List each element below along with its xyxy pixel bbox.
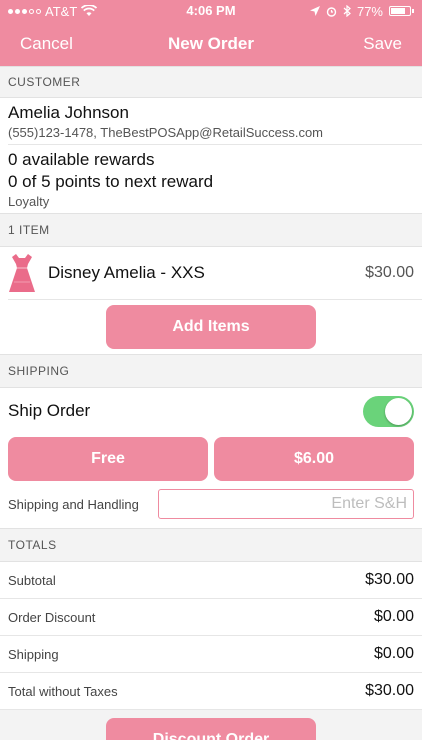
battery-percent: 77% bbox=[356, 3, 383, 19]
loyalty-label: Loyalty bbox=[8, 194, 50, 209]
free-shipping-button[interactable]: Free bbox=[8, 437, 208, 481]
signal-icon bbox=[8, 8, 41, 14]
subtotal-value: $30.00 bbox=[365, 571, 414, 588]
cancel-button[interactable]: Cancel bbox=[20, 34, 73, 54]
subtotal-row: Subtotal $30.00 bbox=[0, 562, 422, 599]
items-header-label: 1 ITEM bbox=[8, 223, 50, 237]
item-name: Disney Amelia - XXS bbox=[48, 263, 205, 282]
bluetooth-icon bbox=[343, 5, 351, 17]
customer-card[interactable]: Amelia Johnson (555)123-1478, TheBestPOS… bbox=[0, 98, 422, 144]
totals-list: Subtotal $30.00 Order Discount $0.00 Shi… bbox=[0, 562, 422, 710]
total-without-taxes-row: Total without Taxes $30.00 bbox=[0, 673, 422, 710]
shipping-handling-input[interactable]: Enter S&H bbox=[158, 489, 414, 519]
order-discount-row: Order Discount $0.00 bbox=[0, 599, 422, 636]
add-items-button[interactable]: Add Items bbox=[106, 305, 316, 349]
alarm-icon bbox=[326, 6, 337, 17]
shipping-rate-buttons: Free $6.00 bbox=[0, 434, 422, 484]
total-without-taxes-label: Total without Taxes bbox=[8, 683, 118, 699]
add-items-container: Add Items bbox=[0, 300, 422, 354]
wifi-icon bbox=[81, 5, 98, 16]
rewards-available: 0 available rewards bbox=[8, 150, 155, 169]
toggle-knob bbox=[385, 397, 412, 425]
discount-footer: Discount Order bbox=[0, 710, 422, 740]
item-price: $30.00 bbox=[365, 264, 414, 281]
totals-section-header: TOTALS bbox=[0, 528, 422, 562]
shipping-total-row: Shipping $0.00 bbox=[0, 636, 422, 673]
save-button[interactable]: Save bbox=[363, 34, 402, 54]
flat-rate-shipping-button[interactable]: $6.00 bbox=[214, 437, 414, 481]
subtotal-label: Subtotal bbox=[8, 572, 56, 588]
shipping-total-value: $0.00 bbox=[373, 645, 414, 662]
top-bar: AT&T 4:06 PM 77% Cancel New Order Save bbox=[0, 0, 422, 66]
ship-order-label: Ship Order bbox=[8, 401, 91, 420]
customer-section-header: CUSTOMER bbox=[0, 66, 422, 98]
items-section-header: 1 ITEM bbox=[0, 213, 422, 247]
ship-order-toggle[interactable] bbox=[363, 395, 414, 427]
customer-name: Amelia Johnson bbox=[8, 103, 129, 122]
totals-header-label: TOTALS bbox=[8, 538, 57, 552]
total-without-taxes-value: $30.00 bbox=[365, 682, 414, 699]
carrier-label: AT&T bbox=[45, 3, 78, 19]
order-discount-label: Order Discount bbox=[8, 609, 96, 625]
loyalty-card[interactable]: 0 available rewards 0 of 5 points to nex… bbox=[0, 145, 422, 213]
shipping-handling-row: Shipping and Handling Enter S&H bbox=[0, 484, 422, 524]
discount-order-button[interactable]: Discount Order bbox=[106, 718, 316, 740]
order-discount-value: $0.00 bbox=[373, 608, 414, 625]
dress-icon bbox=[9, 254, 35, 292]
location-icon bbox=[309, 6, 320, 16]
battery-icon bbox=[389, 6, 414, 16]
customer-header-label: CUSTOMER bbox=[8, 75, 81, 89]
list-item[interactable]: Disney Amelia - XXS $30.00 bbox=[0, 247, 422, 299]
ship-order-row: Ship Order bbox=[0, 388, 422, 434]
status-bar: AT&T 4:06 PM 77% bbox=[0, 0, 422, 22]
shipping-handling-label: Shipping and Handling bbox=[8, 496, 139, 512]
shipping-header-label: SHIPPING bbox=[8, 364, 70, 378]
shipping-total-label: Shipping bbox=[8, 646, 59, 662]
shipping-section-header: SHIPPING bbox=[0, 354, 422, 388]
customer-contact: (555)123-1478, TheBestPOSApp@RetailSucce… bbox=[8, 125, 324, 140]
points-to-next-reward: 0 of 5 points to next reward bbox=[8, 172, 214, 191]
navigation-bar: Cancel New Order Save bbox=[0, 22, 422, 66]
